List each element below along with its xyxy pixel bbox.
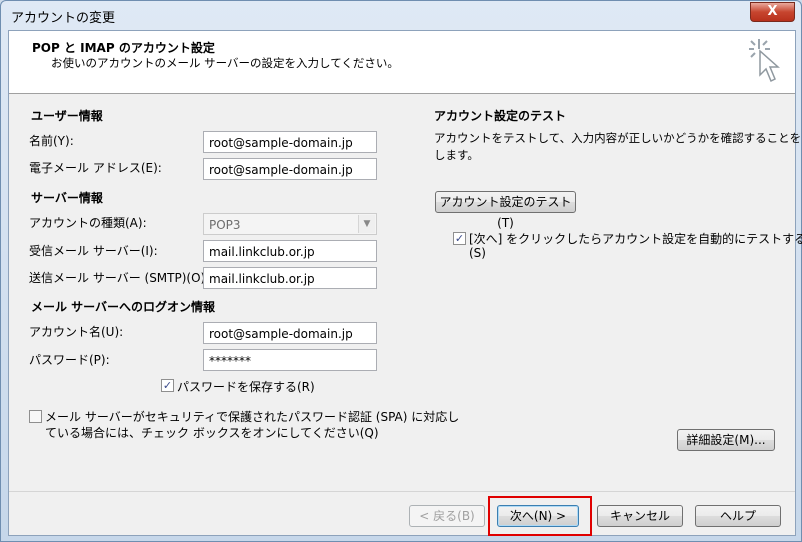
- account-type-label: アカウントの種類(A):: [29, 216, 147, 230]
- auto-test-checkbox[interactable]: ✓: [453, 232, 466, 245]
- title-bar[interactable]: アカウントの変更 X: [1, 1, 801, 29]
- test-description-line2: します。: [434, 148, 479, 162]
- server-info-section-label: サーバー情報: [31, 191, 103, 205]
- password-label: パスワード(P):: [29, 353, 110, 367]
- test-account-settings-button[interactable]: アカウント設定のテスト(T): [435, 191, 576, 230]
- account-type-value: POP3: [209, 218, 241, 232]
- header-title: POP と IMAP のアカウント設定: [32, 41, 215, 55]
- outgoing-server-label: 送信メール サーバー (SMTP)(O):: [29, 271, 210, 285]
- test-section-label: アカウント設定のテスト: [434, 109, 567, 123]
- cancel-button[interactable]: キャンセル: [597, 505, 683, 527]
- more-settings-button[interactable]: 詳細設定(M)...: [677, 429, 775, 451]
- name-label: 名前(Y):: [29, 134, 74, 148]
- auto-test-label-line1[interactable]: [次へ] をクリックしたらアカウント設定を自動的にテストする: [469, 230, 802, 247]
- logon-info-section-label: メール サーバーへのログオン情報: [31, 300, 216, 314]
- close-button[interactable]: X: [750, 2, 795, 22]
- email-field[interactable]: root@sample-domain.jp: [203, 158, 377, 180]
- checkmark-icon: ✓: [454, 232, 465, 245]
- wizard-sparkle-cursor-icon: [749, 39, 780, 83]
- account-change-window: アカウントの変更 X POP と IMAP のアカウント設定 お使いのアカウント…: [0, 0, 802, 542]
- incoming-server-field[interactable]: mail.linkclub.or.jp: [203, 240, 377, 262]
- account-type-select: POP3 ▼: [203, 213, 377, 235]
- help-button[interactable]: ヘルプ: [695, 505, 781, 527]
- spa-label-line1[interactable]: メール サーバーがセキュリティで保護されたパスワード認証 (SPA) に対応し: [45, 408, 459, 425]
- account-name-field[interactable]: root@sample-domain.jp: [203, 322, 377, 344]
- chevron-down-icon: ▼: [358, 215, 375, 233]
- spa-label-line2[interactable]: ている場合には、チェック ボックスをオンにしてください(Q): [45, 424, 379, 441]
- incoming-server-label: 受信メール サーバー(I):: [29, 244, 158, 258]
- dialog-client-area: POP と IMAP のアカウント設定 お使いのアカウントのメール サーバーの設…: [8, 30, 802, 536]
- save-password-label[interactable]: パスワードを保存する(R): [177, 378, 315, 395]
- name-field[interactable]: root@sample-domain.jp: [203, 131, 377, 153]
- outgoing-server-field[interactable]: mail.linkclub.or.jp: [203, 267, 377, 289]
- user-info-section-label: ユーザー情報: [31, 109, 103, 123]
- footer-divider: [9, 491, 795, 492]
- next-button[interactable]: 次へ(N) >: [497, 505, 579, 527]
- checkmark-icon: ✓: [162, 379, 173, 392]
- spa-checkbox[interactable]: [29, 410, 42, 423]
- save-password-checkbox[interactable]: ✓: [161, 379, 174, 392]
- password-field[interactable]: *******: [203, 349, 377, 371]
- email-label: 電子メール アドレス(E):: [29, 161, 162, 175]
- back-button[interactable]: < 戻る(B): [409, 505, 485, 527]
- close-icon: X: [767, 4, 778, 19]
- test-description-line1: アカウントをテストして、入力内容が正しいかどうかを確認することをお勧め: [434, 131, 802, 145]
- wizard-header: POP と IMAP のアカウント設定 お使いのアカウントのメール サーバーの設…: [9, 31, 795, 94]
- header-subtitle: お使いのアカウントのメール サーバーの設定を入力してください。: [51, 56, 399, 70]
- account-name-label: アカウント名(U):: [29, 325, 124, 339]
- auto-test-label-line2[interactable]: (S): [469, 246, 486, 260]
- window-title: アカウントの変更: [11, 11, 116, 26]
